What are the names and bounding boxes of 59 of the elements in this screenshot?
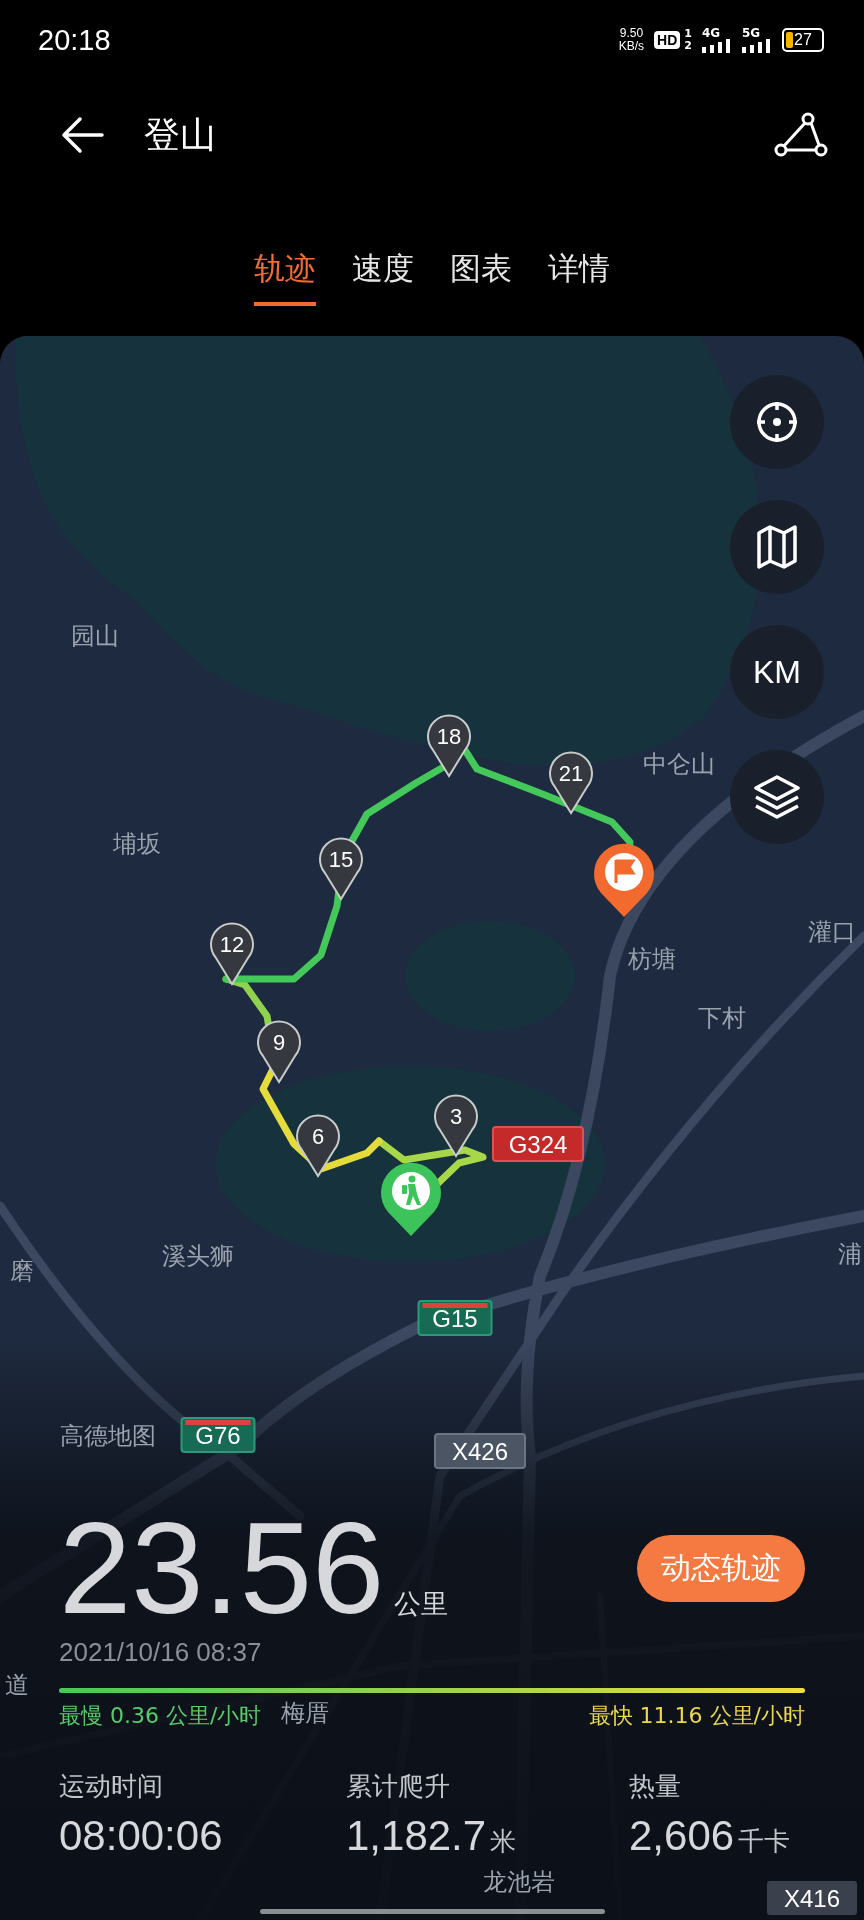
network-type: 5G — [742, 27, 761, 39]
km-marker: 6 — [296, 1114, 340, 1177]
road-shield: G15 — [417, 1300, 493, 1336]
tab[interactable]: 轨迹 — [254, 238, 316, 306]
place-label: 道 — [5, 1671, 29, 1699]
tab[interactable]: 图表 — [450, 238, 512, 306]
tab[interactable]: 详情 — [548, 238, 610, 306]
place-label: 下村 — [698, 1004, 746, 1032]
slowest-speed: 最慢 0.36 公里/小时 — [59, 1702, 262, 1730]
sim-slot-number: 2 — [684, 40, 692, 52]
km-marker: 15 — [319, 837, 363, 900]
place-label: 灌口 — [808, 918, 856, 946]
stat-label: 热量 — [629, 1770, 681, 1803]
units-button[interactable]: KM — [730, 625, 824, 719]
battery-indicator: 27 — [782, 28, 824, 52]
place-label: 园山 — [71, 622, 119, 650]
status-time: 20:18 — [38, 23, 111, 57]
map-icon — [755, 523, 799, 571]
road-shield: X416 — [767, 1881, 857, 1915]
layers-icon — [752, 772, 802, 822]
km-marker: 12 — [210, 922, 254, 985]
place-label: 埔坂 — [113, 830, 161, 858]
place-label: 磨 — [10, 1257, 34, 1285]
road-shield: G76 — [180, 1417, 256, 1453]
distance-unit: 公里 — [394, 1587, 449, 1621]
km-marker: 18 — [427, 714, 471, 777]
road-shield: X426 — [434, 1433, 526, 1469]
stat-value: 08:00:06 — [59, 1812, 223, 1860]
network-type: 4G — [702, 27, 721, 39]
place-label: 溪头狮 — [162, 1242, 234, 1270]
stat-unit: 千卡 — [738, 1825, 791, 1858]
place-label: 中仑山 — [643, 750, 715, 778]
sim-slot-number: 1 — [684, 28, 692, 40]
stat-label: 累计爬升 — [346, 1770, 450, 1803]
stat-unit: 米 — [490, 1825, 517, 1858]
activity-datetime: 2021/10/16 08:37 — [59, 1637, 262, 1668]
stat-value: 1,182.7 — [346, 1812, 487, 1860]
place-label: 龙池岩 — [483, 1868, 555, 1896]
distance-value: 23.56 — [59, 1503, 385, 1633]
page-title: 登山 — [144, 112, 216, 157]
place-label: 梅厝 — [281, 1699, 329, 1727]
signal-icon — [702, 39, 732, 53]
place-label: 枋塘 — [628, 945, 676, 973]
hd-badge: HD — [654, 31, 681, 49]
place-label: 浦 — [838, 1240, 862, 1268]
place-label: 高德地图 — [60, 1422, 156, 1450]
stat-value: 2,606 — [629, 1812, 735, 1860]
km-marker: 3 — [434, 1094, 478, 1157]
route-nodes-icon — [774, 112, 828, 158]
km-marker: 9 — [257, 1020, 301, 1083]
road-shield: G324 — [492, 1126, 584, 1162]
route-share-button[interactable] — [774, 112, 828, 158]
stat-label: 运动时间 — [59, 1770, 163, 1803]
signal-icon — [742, 39, 772, 53]
km-marker: 21 — [549, 751, 593, 814]
network-speed: 9.50 — [619, 27, 644, 40]
tab[interactable]: 速度 — [352, 238, 414, 306]
fastest-speed: 最快 11.16 公里/小时 — [588, 1702, 805, 1730]
network-speed-unit: KB/s — [618, 40, 645, 53]
